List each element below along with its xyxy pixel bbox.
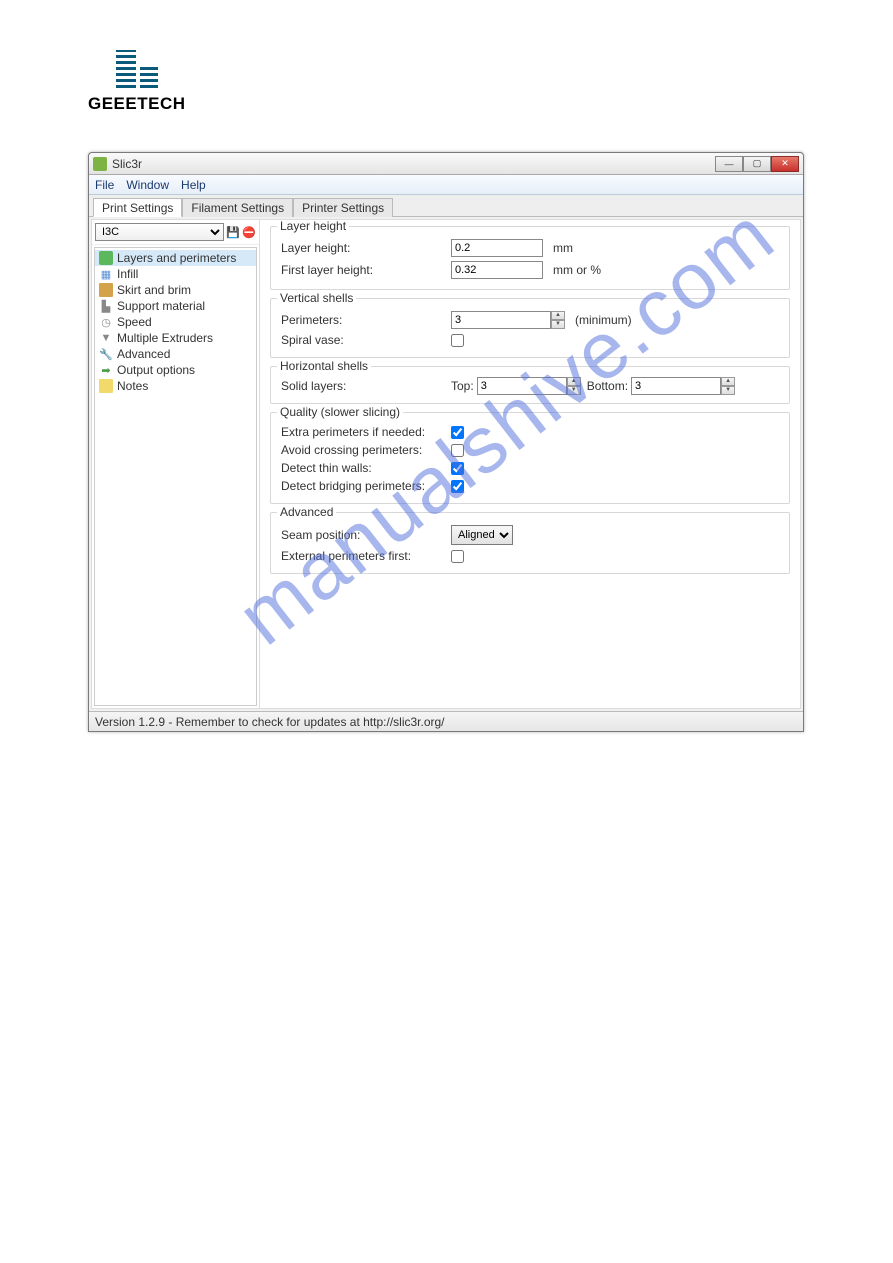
app-window: Slic3r — ▢ ✕ File Window Help Print Sett… — [88, 152, 804, 732]
perimeters-label: Perimeters: — [281, 313, 451, 327]
sidebar-item-skirt[interactable]: Skirt and brim — [95, 282, 256, 298]
perimeters-input[interactable] — [451, 311, 551, 329]
extra-perimeters-label: Extra perimeters if needed: — [281, 425, 451, 439]
speed-icon: ◷ — [99, 315, 113, 329]
spinner-down-icon[interactable]: ▼ — [567, 386, 581, 395]
output-icon: ➡ — [99, 363, 113, 377]
close-button[interactable]: ✕ — [771, 156, 799, 172]
layer-height-unit: mm — [553, 241, 573, 255]
app-icon — [93, 157, 107, 171]
sidebar-item-label: Skirt and brim — [117, 283, 191, 297]
tabbar: Print Settings Filament Settings Printer… — [89, 195, 803, 217]
sidebar-item-layers[interactable]: Layers and perimeters — [95, 250, 256, 266]
bottom-layers-input[interactable] — [631, 377, 721, 395]
infill-icon: ▦ — [99, 267, 113, 281]
menubar: File Window Help — [89, 175, 803, 195]
solid-layers-label: Solid layers: — [281, 379, 451, 393]
maximize-button[interactable]: ▢ — [743, 156, 771, 172]
titlebar: Slic3r — ▢ ✕ — [89, 153, 803, 175]
tab-printer-settings[interactable]: Printer Settings — [293, 198, 393, 217]
sidebar-item-advanced[interactable]: 🔧 Advanced — [95, 346, 256, 362]
menu-window[interactable]: Window — [126, 178, 169, 192]
brand-name: GEEETECH — [88, 94, 186, 114]
tab-print-settings[interactable]: Print Settings — [93, 198, 182, 217]
window-title: Slic3r — [112, 157, 715, 171]
menu-help[interactable]: Help — [181, 178, 206, 192]
sidebar-item-output[interactable]: ➡ Output options — [95, 362, 256, 378]
group-advanced: Advanced Seam position: Aligned External… — [270, 512, 790, 574]
seam-position-select[interactable]: Aligned — [451, 525, 513, 545]
sidebar-item-label: Advanced — [117, 347, 170, 361]
sidebar-item-label: Support material — [117, 299, 205, 313]
sidebar-item-extruders[interactable]: ▼ Multiple Extruders — [95, 330, 256, 346]
tab-filament-settings[interactable]: Filament Settings — [182, 198, 293, 217]
layer-height-label: Layer height: — [281, 241, 451, 255]
settings-tree: Layers and perimeters ▦ Infill Skirt and… — [94, 247, 257, 706]
thin-walls-checkbox[interactable] — [451, 462, 464, 475]
first-layer-label: First layer height: — [281, 263, 451, 277]
logo-icon — [116, 50, 158, 92]
first-layer-unit: mm or % — [553, 263, 601, 277]
advanced-icon: 🔧 — [99, 347, 113, 361]
sidebar-item-label: Multiple Extruders — [117, 331, 213, 345]
spinner-up-icon[interactable]: ▲ — [721, 377, 735, 386]
group-title: Horizontal shells — [277, 359, 371, 373]
preset-select[interactable]: I3C — [95, 223, 224, 241]
top-layers-input[interactable] — [477, 377, 567, 395]
layer-height-input[interactable] — [451, 239, 543, 257]
spinner-down-icon[interactable]: ▼ — [721, 386, 735, 395]
save-preset-icon[interactable]: 💾 — [226, 225, 240, 239]
sidebar-item-label: Speed — [117, 315, 152, 329]
group-vertical-shells: Vertical shells Perimeters: ▲ ▼ (minimum… — [270, 298, 790, 358]
group-title: Layer height — [277, 220, 349, 233]
group-layer-height: Layer height Layer height: mm First laye… — [270, 226, 790, 290]
sidebar: I3C 💾 ⛔ Layers and perimeters ▦ Infill S… — [92, 220, 260, 708]
ext-first-label: External perimeters first: — [281, 549, 451, 563]
seam-position-label: Seam position: — [281, 528, 451, 542]
statusbar: Version 1.2.9 - Remember to check for up… — [89, 711, 803, 731]
spiral-vase-label: Spiral vase: — [281, 333, 451, 347]
top-label: Top: — [451, 379, 474, 393]
status-text: Version 1.2.9 - Remember to check for up… — [95, 715, 445, 729]
group-title: Vertical shells — [277, 291, 356, 305]
extruders-icon: ▼ — [99, 331, 113, 345]
minimize-button[interactable]: — — [715, 156, 743, 172]
bridging-checkbox[interactable] — [451, 480, 464, 493]
layers-icon — [99, 251, 113, 265]
bottom-label: Bottom: — [587, 379, 628, 393]
group-quality: Quality (slower slicing) Extra perimeter… — [270, 412, 790, 504]
sidebar-item-support[interactable]: ▙ Support material — [95, 298, 256, 314]
spiral-vase-checkbox[interactable] — [451, 334, 464, 347]
notes-icon — [99, 379, 113, 393]
group-title: Quality (slower slicing) — [277, 405, 403, 419]
skirt-icon — [99, 283, 113, 297]
first-layer-input[interactable] — [451, 261, 543, 279]
sidebar-item-label: Layers and perimeters — [117, 251, 236, 265]
sidebar-item-speed[interactable]: ◷ Speed — [95, 314, 256, 330]
delete-preset-icon[interactable]: ⛔ — [242, 225, 256, 239]
group-horizontal-shells: Horizontal shells Solid layers: Top: ▲ ▼… — [270, 366, 790, 404]
sidebar-item-infill[interactable]: ▦ Infill — [95, 266, 256, 282]
extra-perimeters-checkbox[interactable] — [451, 426, 464, 439]
thin-walls-label: Detect thin walls: — [281, 461, 451, 475]
menu-file[interactable]: File — [95, 178, 114, 192]
spinner-up-icon[interactable]: ▲ — [551, 311, 565, 320]
sidebar-item-label: Notes — [117, 379, 148, 393]
spinner-up-icon[interactable]: ▲ — [567, 377, 581, 386]
sidebar-item-notes[interactable]: Notes — [95, 378, 256, 394]
perimeters-unit: (minimum) — [575, 313, 632, 327]
sidebar-item-label: Infill — [117, 267, 138, 281]
support-icon: ▙ — [99, 299, 113, 313]
brand-logo: GEEETECH — [88, 50, 186, 114]
bridging-label: Detect bridging perimeters: — [281, 479, 451, 493]
spinner-down-icon[interactable]: ▼ — [551, 320, 565, 329]
ext-first-checkbox[interactable] — [451, 550, 464, 563]
content-panel: Layer height Layer height: mm First laye… — [260, 220, 800, 708]
group-title: Advanced — [277, 505, 336, 519]
sidebar-item-label: Output options — [117, 363, 195, 377]
avoid-crossing-label: Avoid crossing perimeters: — [281, 443, 451, 457]
avoid-crossing-checkbox[interactable] — [451, 444, 464, 457]
